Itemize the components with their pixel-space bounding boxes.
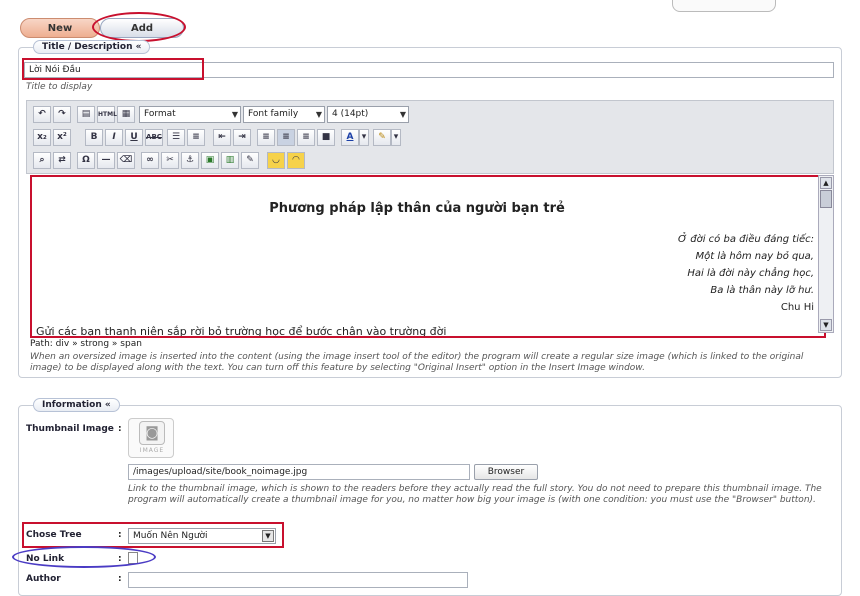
find-icon[interactable]: ⌕ [33, 152, 51, 169]
paste-word-icon[interactable]: ▦ [117, 106, 135, 123]
poem-block: Ở đời có ba điều đáng tiếc: Một là hôm n… [678, 231, 814, 316]
add-highlight-ellipse [92, 12, 186, 42]
link-icon[interactable]: ∞ [141, 152, 159, 169]
bullet-list-icon[interactable]: ☰ [167, 129, 185, 146]
media-icon[interactable]: ▥ [221, 152, 239, 169]
html-icon[interactable]: HTML [97, 106, 117, 123]
content-heading: Phương pháp lập thân của người bạn trẻ [269, 201, 565, 216]
chevron-down-icon: ▼ [399, 110, 406, 119]
undo-icon[interactable]: ↶ [33, 106, 51, 123]
browser-button[interactable]: Browser [474, 464, 538, 480]
editor-content-area[interactable]: Phương pháp lập thân của người bạn trẻ Ở… [30, 175, 826, 338]
underline-icon[interactable]: U [125, 129, 143, 146]
indent-icon[interactable]: ⇥ [233, 129, 251, 146]
author-label: Author [26, 574, 61, 584]
numbered-list-icon[interactable]: ≡ [187, 129, 205, 146]
highlight-color-icon[interactable]: ✎ [373, 129, 391, 146]
format-select[interactable]: Format ▼ [139, 106, 241, 123]
chose-tree-highlight-box [22, 522, 284, 548]
chevron-down-icon[interactable]: ▾ [391, 129, 401, 146]
align-right-icon[interactable]: ≡ [297, 129, 315, 146]
replace-icon[interactable]: ⇄ [53, 152, 71, 169]
font-size-select-label: 4 (14pt) [332, 109, 369, 119]
editor-toolbar: ↶ ↷ ▤ HTML ▦ Format ▼ Font family ▼ 4 (1… [26, 100, 834, 174]
thumbnail-placeholder: IMAGE [139, 447, 165, 454]
title-description-legend[interactable]: Title / Description « [33, 40, 151, 54]
thumbnail-image[interactable]: ◙ IMAGE [128, 418, 174, 458]
poem-line: Ở đời có ba điều đáng tiếc: [677, 234, 814, 245]
chevron-down-icon: ▼ [231, 110, 238, 119]
scroll-up-icon[interactable]: ▲ [820, 177, 832, 189]
editor-scrollbar[interactable]: ▲ ▼ [818, 175, 834, 333]
bold-icon[interactable]: B [85, 129, 103, 146]
chevron-down-icon[interactable]: ▾ [359, 129, 369, 146]
poem-line: Ba là thân này lỡ hư. [710, 285, 814, 296]
align-left-icon[interactable]: ≡ [257, 129, 275, 146]
subscript-icon[interactable]: x₂ [33, 129, 51, 146]
align-justify-icon[interactable]: ■ [317, 129, 335, 146]
strikethrough-icon[interactable]: ABC [145, 129, 163, 146]
font-family-select[interactable]: Font family ▼ [243, 106, 325, 123]
outdent-icon[interactable]: ⇤ [213, 129, 231, 146]
image-icon[interactable]: ▣ [201, 152, 219, 169]
title-hint: Title to display [26, 82, 93, 92]
no-link-highlight-ellipse [12, 546, 156, 568]
text-color-icon[interactable]: A [341, 129, 359, 146]
information-legend[interactable]: Information « [33, 398, 120, 412]
font-size-select[interactable]: 4 (14pt) ▼ [327, 106, 409, 123]
superscript-icon[interactable]: x² [53, 129, 71, 146]
new-button[interactable]: New [20, 18, 100, 38]
top-right-tab[interactable] [672, 0, 776, 12]
author-input[interactable] [128, 572, 468, 588]
chevron-down-icon: ▼ [315, 110, 322, 119]
title-highlight-box [22, 58, 204, 80]
unlink-icon[interactable]: ✂ [161, 152, 179, 169]
anchor-icon[interactable]: ⚓ [181, 152, 199, 169]
thumbnail-colon: : [118, 424, 122, 434]
editor-note: When an oversized image is inserted into… [30, 352, 804, 373]
poem-line: Một là hôm nay bỏ qua, [695, 251, 814, 262]
font-family-select-label: Font family [248, 109, 299, 119]
camera-icon: ◙ [139, 421, 165, 445]
format-select-label: Format [144, 109, 176, 119]
scroll-down-icon[interactable]: ▼ [820, 319, 832, 331]
editor-path: Path: div » strong » span [30, 339, 142, 349]
horizontal-rule-icon[interactable]: — [97, 152, 115, 169]
special-char-icon[interactable]: Ω [77, 152, 95, 169]
content-cut-line: Gửi các bạn thanh niên sắp rời bỏ trường… [36, 325, 447, 338]
thumbnail-hint: Link to the thumbnail image, which is sh… [128, 484, 822, 505]
poem-author: Chu Hi [780, 302, 814, 313]
thumbnail-label: Thumbnail Image [26, 424, 114, 434]
poem-line: Hai là đời này chẳng học, [687, 268, 814, 279]
thumbnail-path-input[interactable]: /images/upload/site/book_noimage.jpg [128, 464, 470, 480]
source-icon[interactable]: ▤ [77, 106, 95, 123]
author-colon: : [118, 574, 122, 584]
edit-icon[interactable]: ✎ [241, 152, 259, 169]
emoticon-icon[interactable]: ◡ [267, 152, 285, 169]
emoticon-2-icon[interactable]: ◠ [287, 152, 305, 169]
scroll-thumb[interactable] [820, 190, 832, 208]
redo-icon[interactable]: ↷ [53, 106, 71, 123]
align-center-icon[interactable]: ≡ [277, 129, 295, 146]
remove-format-icon[interactable]: ⌫ [117, 152, 135, 169]
italic-icon[interactable]: I [105, 129, 123, 146]
